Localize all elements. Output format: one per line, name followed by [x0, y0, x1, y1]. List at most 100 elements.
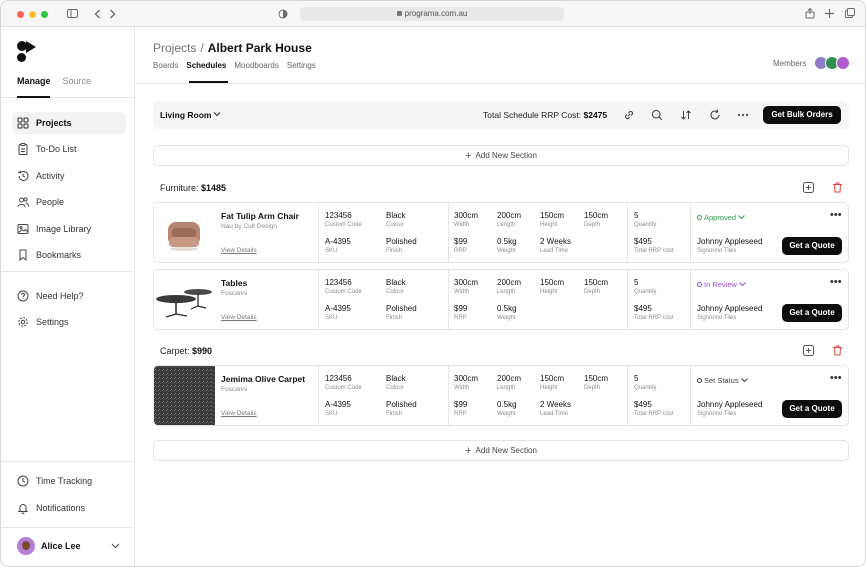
- field-label: RRP: [454, 315, 467, 321]
- sidebar-item-image-library[interactable]: Image Library: [12, 218, 126, 240]
- sidebar-item-help[interactable]: Need Help?: [12, 285, 126, 307]
- sidebar-toggle-icon[interactable]: [67, 9, 78, 18]
- close-window-button[interactable]: [17, 11, 24, 18]
- get-bulk-orders-button[interactable]: Get Bulk Orders: [763, 106, 841, 124]
- divider: [1, 271, 135, 272]
- add-section-button[interactable]: + Add New Section: [153, 145, 849, 166]
- field-label: Length: [497, 385, 516, 391]
- field-value: 5: [634, 211, 639, 220]
- view-details-link[interactable]: View Details: [221, 410, 257, 417]
- field-value: 2 Weeks: [540, 237, 571, 246]
- address-bar[interactable]: programa.com.au: [300, 7, 564, 21]
- field-length: 200cm Length: [497, 374, 521, 391]
- field-label: Colour: [386, 289, 404, 295]
- trash-icon[interactable]: [832, 182, 843, 193]
- add-item-icon[interactable]: [803, 345, 814, 356]
- total-cost-label: Total Schedule RRP Cost:: [483, 110, 582, 120]
- field-total-rrp: $495 Total RRP cost: [634, 400, 674, 417]
- search-icon[interactable]: [650, 108, 664, 122]
- field-quantity: 5 Quantity: [634, 278, 656, 295]
- field-value: 123456: [325, 211, 352, 220]
- view-details-link[interactable]: View Details: [221, 314, 257, 321]
- sidebar-item-settings[interactable]: Settings: [12, 311, 126, 333]
- supplier-company: Signorino Tiles: [697, 315, 737, 321]
- field-value: $99: [454, 304, 468, 313]
- get-quote-button[interactable]: Get a Quote: [782, 237, 842, 255]
- room-selector[interactable]: Living Room: [160, 110, 211, 120]
- new-tab-icon[interactable]: [825, 9, 834, 18]
- section-label: Furniture:: [160, 183, 199, 193]
- sidebar-item-time-tracking[interactable]: Time Tracking: [12, 470, 126, 492]
- status-dropdown[interactable]: Approved: [697, 213, 746, 222]
- sidebar-item-people[interactable]: People: [12, 191, 126, 213]
- chevron-down-icon[interactable]: [213, 112, 221, 117]
- more-icon[interactable]: [736, 108, 750, 122]
- schedule-item[interactable]: Jemima Olive Carpet Foscarini View Detai…: [153, 365, 849, 426]
- sidebar-item-projects[interactable]: Projects: [12, 112, 126, 134]
- tab-boards[interactable]: Boards: [153, 61, 178, 70]
- field-value: 0.5kg: [497, 400, 517, 409]
- field-label: Height: [540, 222, 558, 228]
- refresh-icon[interactable]: [708, 108, 722, 122]
- field-value: 300cm: [454, 211, 479, 220]
- field-sku: A-4395 SKU: [325, 304, 351, 321]
- schedule-item[interactable]: Fat Tulip Arm Chair Nau by Cult Design V…: [153, 202, 849, 263]
- section-title-carpet: Carpet: $990: [160, 346, 212, 356]
- tab-schedules[interactable]: Schedules: [186, 61, 226, 70]
- minimize-window-button[interactable]: [29, 11, 36, 18]
- back-icon[interactable]: [94, 9, 101, 19]
- field-value: 200cm: [497, 278, 522, 287]
- field-quantity: 5 Quantity: [634, 374, 656, 391]
- plus-icon: +: [465, 445, 472, 457]
- schedule-item[interactable]: Tables Foscarini View Details 123456 Cust…: [153, 269, 849, 330]
- item-name: Tables: [221, 278, 248, 288]
- sidebar-item-activity[interactable]: Activity: [12, 165, 126, 187]
- sidebar-item-bookmarks[interactable]: Bookmarks: [12, 244, 126, 266]
- member-avatar[interactable]: [836, 56, 850, 70]
- tab-settings[interactable]: Settings: [287, 61, 316, 70]
- maximize-window-button[interactable]: [41, 11, 48, 18]
- field-height: 150cm Height: [540, 211, 564, 228]
- more-options-icon[interactable]: •••: [830, 276, 842, 288]
- browser-toolbar: programa.com.au: [1, 1, 865, 27]
- field-weight: 0.5kg Weight: [497, 400, 517, 417]
- add-section-button[interactable]: + Add New Section: [153, 440, 849, 461]
- status-dropdown[interactable]: Set Status: [697, 376, 748, 385]
- breadcrumb-projects[interactable]: Projects: [153, 41, 196, 55]
- chevron-down-icon: [739, 282, 746, 287]
- field-value: $495: [634, 304, 652, 313]
- sidebar-tabs: Manage Source: [17, 76, 103, 86]
- status-dropdown[interactable]: In Review: [697, 280, 746, 289]
- tab-overview-icon[interactable]: [845, 8, 855, 18]
- page-title: Albert Park House: [207, 41, 312, 55]
- get-quote-button[interactable]: Get a Quote: [782, 400, 842, 418]
- share-icon[interactable]: [805, 8, 815, 19]
- sidebar-item-todo[interactable]: To-Do List: [12, 138, 126, 160]
- field-depth: 150cm Depth: [584, 278, 608, 295]
- field-value: Black: [386, 374, 406, 383]
- sidebar-tab-source[interactable]: Source: [63, 76, 92, 86]
- gear-icon: [18, 317, 28, 327]
- sidebar-tab-manage[interactable]: Manage: [17, 76, 51, 86]
- field-label: SKU: [325, 248, 338, 254]
- get-quote-button[interactable]: Get a Quote: [782, 304, 842, 322]
- field-finish: Polished Finish: [386, 237, 417, 254]
- field-rrp: $99 RRP: [454, 400, 467, 417]
- more-options-icon[interactable]: •••: [830, 372, 842, 384]
- sidebar-item-notifications[interactable]: Notifications: [12, 497, 126, 519]
- more-options-icon[interactable]: •••: [830, 209, 842, 221]
- sidebar-item-label: Image Library: [36, 224, 92, 234]
- field-height: 150cm Height: [540, 278, 564, 295]
- forward-icon[interactable]: [109, 9, 116, 19]
- trash-icon[interactable]: [832, 345, 843, 356]
- link-icon[interactable]: [622, 108, 636, 122]
- tab-moodboards[interactable]: Moodboards: [234, 61, 278, 70]
- programa-logo[interactable]: [17, 41, 41, 63]
- add-item-icon[interactable]: [803, 182, 814, 193]
- field-value: 200cm: [497, 374, 522, 383]
- chevron-down-icon: [738, 215, 746, 220]
- user-menu[interactable]: Alice Lee: [17, 537, 125, 557]
- privacy-shield-icon[interactable]: [278, 9, 288, 19]
- sort-icon[interactable]: [679, 108, 693, 122]
- view-details-link[interactable]: View Details: [221, 247, 257, 254]
